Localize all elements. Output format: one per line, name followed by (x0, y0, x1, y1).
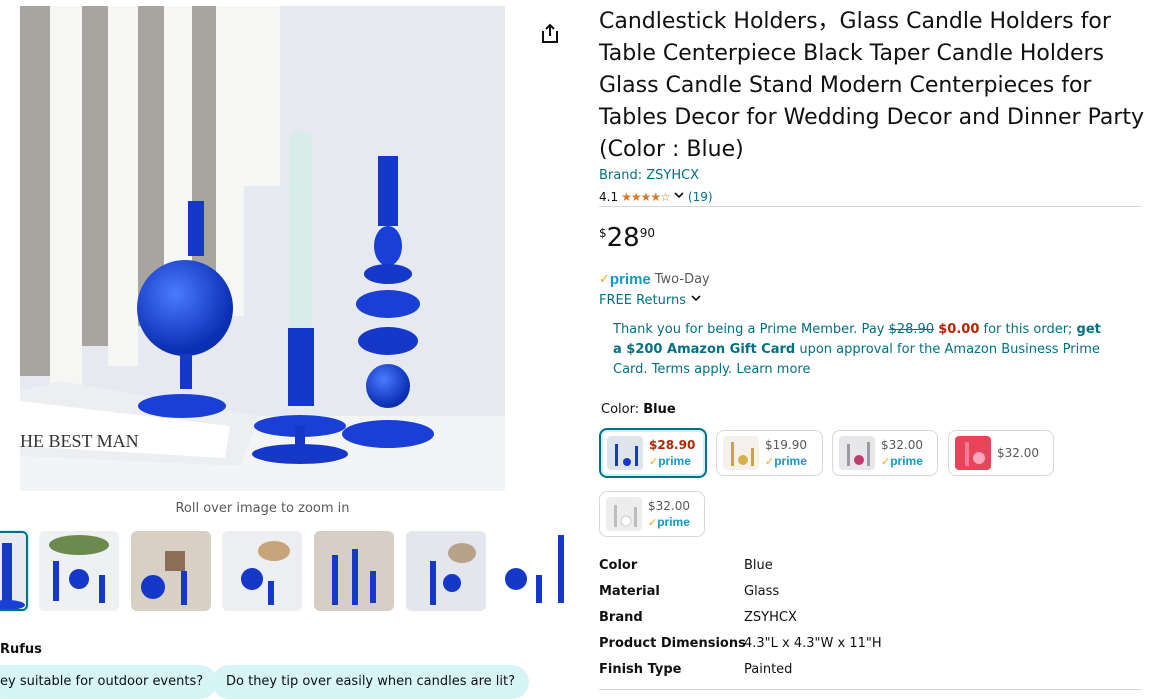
free-returns-link[interactable]: FREE Returns (599, 292, 702, 308)
divider (599, 689, 1142, 690)
prime-logo: prime (774, 453, 807, 468)
promo-text-2: for this order; (979, 322, 1077, 337)
promo-text: Thank you for being a Prime Member. Pay (613, 322, 889, 337)
price-whole: 28 (606, 223, 640, 253)
spec-key: Finish Type (599, 662, 682, 677)
swatch-price: $28.90 (649, 437, 696, 452)
price: $ 28 90 (599, 222, 655, 254)
prime-logo: prime (890, 453, 923, 468)
terms-link[interactable]: Terms apply. (652, 362, 732, 377)
swatch-price: $19.90 (765, 437, 807, 452)
free-returns-label: FREE Returns (599, 292, 686, 308)
spec-key: Brand (599, 610, 643, 625)
prime-logo: prime (657, 514, 690, 529)
divider (599, 206, 1142, 207)
color-option-blue[interactable]: $28.90 ✓prime (599, 428, 707, 478)
prime-check-icon: ✓ (881, 454, 891, 468)
thumbnail-2[interactable] (39, 531, 119, 611)
spec-value: 4.3"L x 4.3"W x 11"H (744, 636, 882, 651)
prime-check-icon: ✓ (649, 454, 659, 468)
swatch-price: $32.00 (881, 437, 923, 452)
prime-card-promo: Thank you for being a Prime Member. Pay … (613, 320, 1113, 380)
color-option-pink[interactable]: $32.00 (948, 430, 1054, 476)
book-cover-text: HE BEST MAN (20, 431, 139, 451)
prime-logo: prime (658, 453, 691, 468)
spec-value: ZSYHCX (744, 610, 797, 625)
share-icon[interactable] (538, 22, 562, 46)
product-photo: HE BEST MAN (20, 6, 505, 491)
chevron-down-icon[interactable] (673, 189, 685, 204)
promo-old-price: $28.90 (888, 322, 935, 337)
swatch-image (607, 436, 643, 470)
color-label: Color: Blue (601, 402, 676, 417)
swatch-image (606, 497, 642, 531)
star-rating-icon: ★★★★☆ (621, 189, 671, 204)
color-label-text: Color: (601, 402, 644, 417)
spec-value: Painted (744, 662, 793, 677)
prime-check-icon: ✓ (765, 454, 775, 468)
swatch-image (839, 436, 875, 470)
prime-logo: prime (609, 271, 651, 288)
thumbnail-3[interactable] (131, 531, 211, 611)
rufus-label: Rufus (0, 642, 42, 657)
selected-color: Blue (643, 402, 676, 417)
rufus-question-chip[interactable]: ey suitable for outdoor events? (0, 665, 218, 699)
thumbnail-6[interactable] (406, 531, 486, 611)
zoom-hint: Roll over image to zoom in (175, 501, 350, 516)
spec-key: Product Dimensions (599, 636, 746, 651)
thumbnail-1[interactable] (0, 531, 28, 611)
thumbnail-5[interactable] (314, 531, 394, 611)
rufus-question-chip[interactable]: Do they tip over easily when candles are… (212, 665, 529, 699)
swatch-price: $32.00 (997, 446, 1039, 460)
rating-row[interactable]: 4.1 ★★★★☆ (19) (599, 189, 713, 204)
rating-count-link[interactable]: (19) (688, 190, 713, 204)
price-fraction: 90 (639, 226, 656, 240)
color-option-clear[interactable]: $32.00 ✓prime (832, 430, 938, 476)
rating-value: 4.1 (599, 189, 619, 204)
swatch-image (955, 436, 991, 470)
product-title: Candlestick Holders，Glass Candle Holders… (599, 9, 1145, 162)
prime-delivery: ✓ prime Two-Day (599, 271, 710, 288)
thumbnail-4[interactable] (222, 531, 302, 611)
learn-more-link[interactable]: Learn more (736, 362, 810, 377)
price-symbol: $ (599, 226, 607, 240)
main-product-image[interactable]: HE BEST MAN (20, 6, 505, 491)
spec-key: Color (599, 558, 638, 573)
swatch-price: $32.00 (648, 498, 690, 513)
spec-key: Material (599, 584, 660, 599)
thumbnail-7[interactable] (498, 531, 578, 611)
promo-new-price: $0.00 (938, 322, 980, 337)
color-option-white[interactable]: $32.00 ✓prime (599, 491, 705, 537)
prime-speed: Two-Day (654, 272, 710, 287)
color-option-gold[interactable]: $19.90 ✓prime (716, 430, 823, 476)
spec-value: Blue (744, 558, 773, 573)
prime-check-icon: ✓ (599, 272, 610, 287)
prime-check-icon: ✓ (648, 515, 658, 529)
chevron-down-icon (690, 292, 702, 308)
spec-value: Glass (744, 584, 780, 599)
swatch-image (723, 436, 759, 470)
brand-link[interactable]: Brand: ZSYHCX (599, 168, 699, 183)
